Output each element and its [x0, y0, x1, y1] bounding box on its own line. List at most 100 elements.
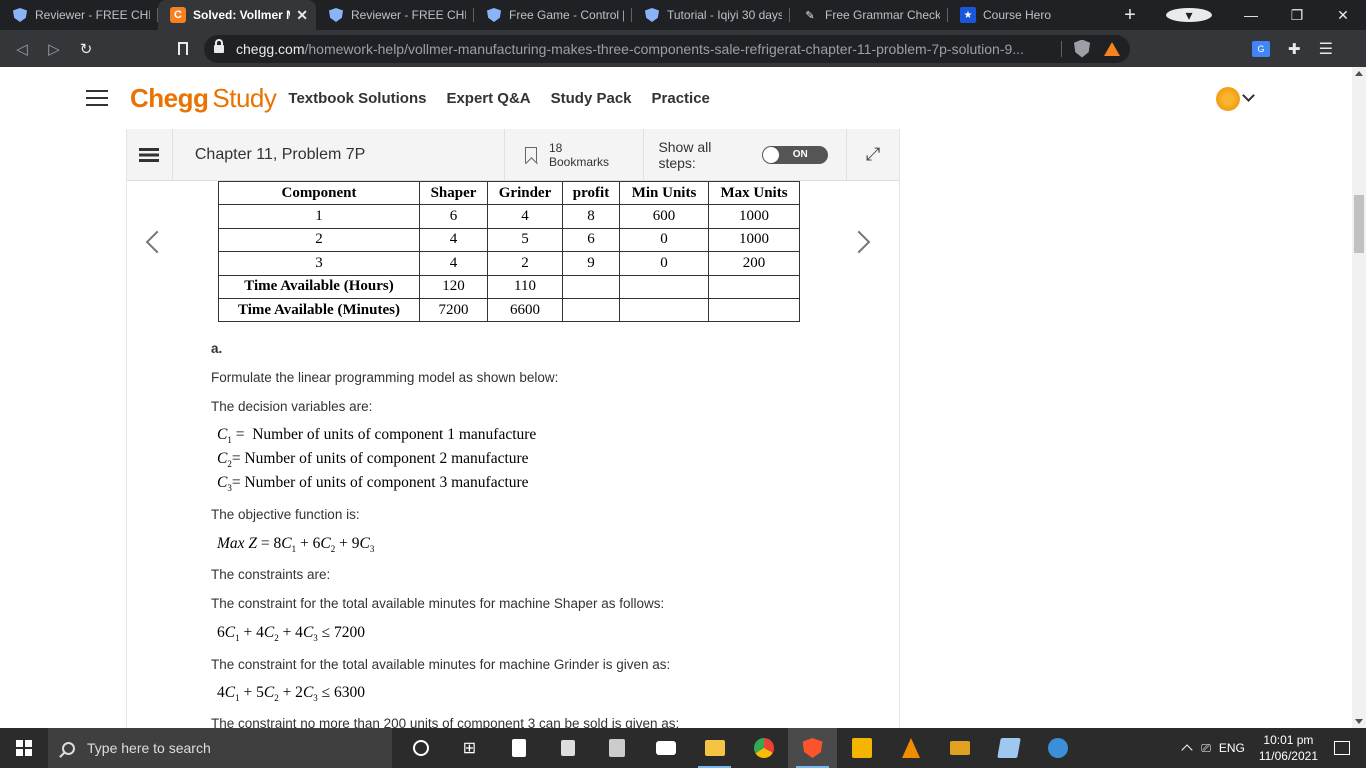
forward-button[interactable]: ▷: [38, 40, 70, 58]
calculator-icon[interactable]: [592, 728, 641, 768]
nav-textbook-solutions[interactable]: Textbook Solutions: [288, 90, 426, 107]
network-app-icon[interactable]: [1033, 728, 1082, 768]
pdf-app-icon[interactable]: [935, 728, 984, 768]
task-view-icon[interactable]: ⊞: [445, 728, 494, 768]
grinder-constraint-intro: The constraint for the total available m…: [211, 657, 671, 672]
tab-title: Reviewer - FREE CHEGG: [351, 8, 466, 22]
page-scrollbar[interactable]: [1352, 67, 1366, 728]
start-button[interactable]: [0, 728, 48, 768]
expand-icon[interactable]: ⤢: [847, 129, 899, 181]
table-cell: 4: [487, 204, 563, 229]
decision-variable-2: C2= Number of units of component 2 manuf…: [217, 450, 529, 470]
vlc-icon[interactable]: [886, 728, 935, 768]
toggle-state: ON: [792, 149, 808, 160]
search-placeholder: Type here to search: [87, 740, 211, 756]
file-explorer-icon[interactable]: [690, 728, 739, 768]
restore-button[interactable]: ❐: [1274, 7, 1320, 24]
tab-title: Free Game - Control [E: [509, 8, 624, 22]
download-icon[interactable]: ▾: [1166, 7, 1212, 23]
new-tab-button[interactable]: +: [1120, 4, 1140, 27]
table-cell: 0: [619, 227, 709, 253]
browser-menu-icon[interactable]: ☰: [1319, 39, 1333, 59]
show-hidden-icons-icon[interactable]: [1181, 744, 1193, 756]
brave-shields-icon[interactable]: [1074, 39, 1090, 58]
shaper-constraint: 6C1 + 4C2 + 4C3 ≤ 7200: [217, 624, 366, 644]
table-cell: 2: [487, 251, 563, 276]
browser-tab[interactable]: Free Game - Control [E: [474, 0, 632, 30]
url-host: chegg.com: [236, 40, 305, 57]
tab-title: Tutorial - Iqiyi 30 days: [667, 8, 782, 22]
windows-logo-icon: [16, 740, 32, 756]
back-button[interactable]: ◁: [6, 40, 38, 58]
table-row: 3 4 2 9 0 200: [218, 251, 800, 276]
nav-expert-qa[interactable]: Expert Q&A: [446, 90, 530, 107]
network-icon[interactable]: ⎚: [1201, 741, 1211, 756]
close-window-button[interactable]: ✕: [1320, 7, 1366, 24]
chevron-down-icon[interactable]: [1242, 89, 1255, 102]
chegg-header: Chegg Study Textbook Solutions Expert Q&A…: [0, 67, 1352, 129]
notifications-icon[interactable]: [1334, 741, 1350, 755]
taskbar-search[interactable]: Type here to search: [48, 728, 392, 768]
bookmarks-button[interactable]: 18 Bookmarks: [504, 128, 645, 181]
browser-tab[interactable]: Reviewer - FREE CHEGG: [0, 0, 158, 30]
brave-rewards-icon[interactable]: [1104, 41, 1120, 56]
reload-button[interactable]: ↻: [70, 40, 102, 58]
table-cell: 5: [487, 227, 563, 253]
browser-tab-active[interactable]: C Solved: Vollmer Ma ✕: [158, 0, 316, 30]
hamburger-menu-icon[interactable]: [86, 90, 108, 106]
browser-tab[interactable]: Reviewer - FREE CHEGG: [316, 0, 474, 30]
main-nav: Textbook Solutions Expert Q&A Study Pack…: [288, 90, 730, 107]
table-row: 2 4 5 6 0 1000: [218, 227, 800, 253]
cortana-icon[interactable]: [396, 728, 445, 768]
clock-time: 10:01 pm: [1263, 733, 1314, 747]
scroll-down-arrow-icon[interactable]: [1355, 719, 1363, 724]
taskbar-apps: ⊞: [396, 728, 1082, 768]
browser-tab[interactable]: ★ Course Hero: [948, 0, 1106, 30]
avatar[interactable]: [1216, 87, 1240, 111]
browser-tab[interactable]: ✎ Free Grammar Check |: [790, 0, 948, 30]
table-cell: Time Available (Minutes): [218, 297, 420, 323]
close-tab-icon[interactable]: ✕: [296, 7, 308, 24]
nav-practice[interactable]: Practice: [652, 90, 710, 107]
browser-tab[interactable]: Tutorial - Iqiyi 30 days: [632, 0, 790, 30]
nav-study-pack[interactable]: Study Pack: [551, 90, 632, 107]
table-row: Time Available (Hours) 120 110: [218, 274, 800, 299]
brave-shield-icon: [328, 7, 344, 23]
dictionary-app-icon[interactable]: [543, 728, 592, 768]
notes-app-icon[interactable]: [984, 728, 1033, 768]
table-cell: 6: [562, 227, 620, 253]
chapter-title: Chapter 11, Problem 7P: [194, 145, 366, 163]
extensions-puzzle-icon[interactable]: ✚: [1288, 40, 1301, 58]
clock[interactable]: 10:01 pm 11/06/2021: [1259, 732, 1318, 764]
chrome-icon[interactable]: [739, 728, 788, 768]
decision-variable-1: C1 = Number of units of component 1 manu…: [217, 426, 537, 446]
brave-shield-icon: [644, 7, 660, 23]
translate-extension-icon[interactable]: G: [1252, 40, 1270, 57]
brave-shield-icon: [486, 7, 502, 23]
brave-browser-icon[interactable]: [788, 728, 837, 768]
scroll-up-arrow-icon[interactable]: [1355, 71, 1363, 76]
search-icon: [62, 741, 75, 755]
url-path: /homework-help/vollmer-manufacturing-mak…: [304, 40, 1024, 57]
chegg-study-logo[interactable]: Chegg Study: [130, 83, 277, 114]
star-icon: ★: [960, 7, 976, 23]
system-tray: ⎚ ENG 10:01 pm 11/06/2021: [1181, 728, 1366, 768]
table-cell: [562, 297, 620, 323]
video-player-icon[interactable]: [837, 728, 886, 768]
language-indicator[interactable]: ENG: [1219, 741, 1245, 755]
show-steps-toggle[interactable]: ON: [762, 145, 829, 164]
lock-icon[interactable]: [214, 38, 224, 53]
bookmark-page-icon[interactable]: [178, 42, 188, 55]
minimize-button[interactable]: —: [1228, 7, 1274, 23]
solution-content: Component Shaper Grinder profit Min Unit…: [180, 181, 844, 728]
table-header-cell: profit: [562, 181, 620, 206]
formulate-text: Formulate the linear programming model a…: [211, 370, 559, 385]
shaper-constraint-intro: The constraint for the total available m…: [211, 596, 665, 611]
table-cell: 1: [218, 204, 420, 229]
address-bar[interactable]: chegg.com /homework-help/vollmer-manufac…: [204, 34, 1130, 63]
chegg-icon: C: [170, 7, 186, 23]
reader-app-icon[interactable]: [494, 728, 543, 768]
camera-icon[interactable]: [641, 728, 690, 768]
scroll-thumb[interactable]: [1354, 195, 1364, 253]
list-icon[interactable]: [127, 128, 173, 181]
